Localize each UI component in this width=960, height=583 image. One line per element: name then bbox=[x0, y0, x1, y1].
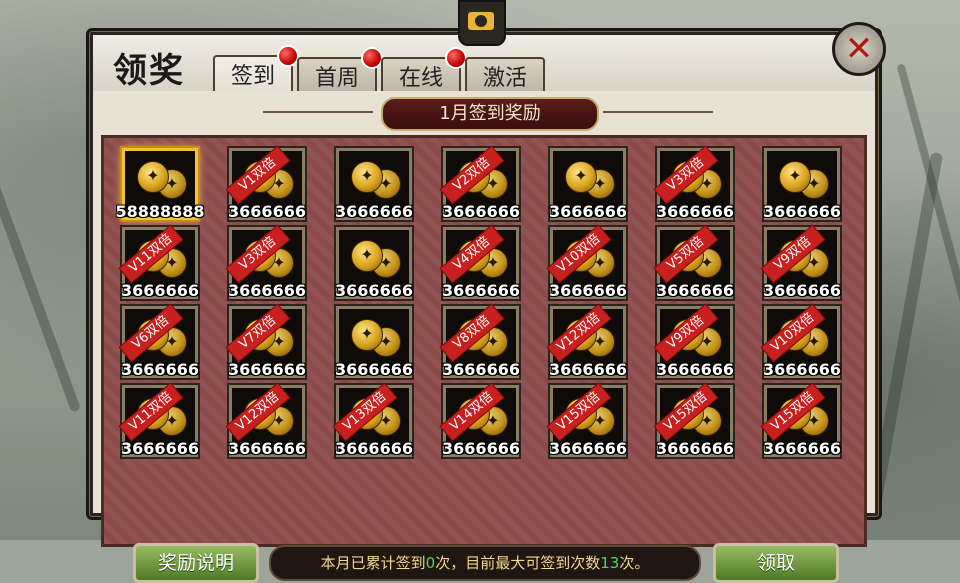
reward-amount: 3666666 bbox=[656, 281, 734, 300]
reward-slot[interactable]: V3双倍3666666 bbox=[653, 145, 734, 221]
reward-amount: 3666666 bbox=[549, 360, 627, 379]
reward-amount: 3666666 bbox=[228, 281, 306, 300]
reward-slot[interactable]: V11双倍3666666 bbox=[118, 224, 199, 300]
camera-icon bbox=[468, 12, 494, 30]
gold-coin-icon bbox=[137, 161, 169, 193]
reward-amount: 58888888 bbox=[115, 202, 205, 221]
reward-slot[interactable]: V15双倍3666666 bbox=[653, 382, 734, 458]
gold-coin-icon bbox=[351, 161, 383, 193]
reward-amount: 3666666 bbox=[656, 439, 734, 458]
reward-amount: 3666666 bbox=[656, 360, 734, 379]
reward-amount: 3666666 bbox=[763, 281, 841, 300]
reward-amount: 3666666 bbox=[442, 202, 520, 221]
reward-amount: 3666666 bbox=[442, 360, 520, 379]
reward-slot[interactable]: V15双倍3666666 bbox=[760, 382, 841, 458]
gold-coin-icon bbox=[779, 161, 811, 193]
gold-coin-icon bbox=[565, 161, 597, 193]
max-count: 13 bbox=[600, 554, 620, 572]
reward-slot[interactable]: 3666666 bbox=[335, 306, 413, 379]
status-suffix: 次。 bbox=[619, 554, 650, 572]
tab-label: 在线 bbox=[398, 66, 443, 91]
reward-slot[interactable]: V6双倍3666666 bbox=[118, 303, 199, 379]
reward-amount: 3666666 bbox=[121, 281, 199, 300]
reward-slot[interactable]: V10双倍3666666 bbox=[546, 224, 627, 300]
divider bbox=[263, 111, 373, 113]
reward-slot[interactable]: 3666666 bbox=[335, 227, 413, 300]
reward-amount: 3666666 bbox=[763, 439, 841, 458]
reward-amount: 3666666 bbox=[335, 281, 413, 300]
close-button[interactable]: ✕ bbox=[832, 22, 886, 76]
reward-slot[interactable]: V13双倍3666666 bbox=[332, 382, 413, 458]
status-middle: 次，目前最大可签到次数 bbox=[435, 554, 601, 572]
dialog-title: 领奖 bbox=[113, 51, 185, 91]
reward-amount: 3666666 bbox=[763, 360, 841, 379]
reward-amount: 3666666 bbox=[335, 202, 413, 221]
reward-amount: 3666666 bbox=[121, 360, 199, 379]
reward-amount: 3666666 bbox=[656, 202, 734, 221]
reward-amount: 3666666 bbox=[549, 439, 627, 458]
gold-coin-icon bbox=[351, 319, 383, 351]
reward-slot[interactable]: V2双倍3666666 bbox=[439, 145, 520, 221]
notification-dot-icon bbox=[361, 47, 383, 69]
reward-slot[interactable]: 3666666 bbox=[549, 148, 627, 221]
notification-dot-icon bbox=[277, 45, 299, 67]
reward-amount: 3666666 bbox=[442, 281, 520, 300]
reward-slot[interactable]: V12双倍3666666 bbox=[225, 382, 306, 458]
reward-slot[interactable]: V5双倍3666666 bbox=[653, 224, 734, 300]
month-banner: 1月签到奖励 bbox=[381, 97, 599, 131]
reward-slot[interactable]: V11双倍3666666 bbox=[118, 382, 199, 458]
reward-info-button[interactable]: 奖励说明 bbox=[133, 543, 259, 583]
reward-slot[interactable]: 3666666 bbox=[335, 148, 413, 221]
reward-amount: 3666666 bbox=[228, 439, 306, 458]
gold-coin-icon bbox=[351, 240, 383, 272]
reward-amount: 3666666 bbox=[442, 439, 520, 458]
reward-amount: 3666666 bbox=[228, 360, 306, 379]
reward-slot[interactable]: V7双倍3666666 bbox=[225, 303, 306, 379]
reward-slot[interactable]: V8双倍3666666 bbox=[439, 303, 520, 379]
reward-slot[interactable]: V9双倍3666666 bbox=[760, 224, 841, 300]
claim-button[interactable]: 领取 bbox=[713, 543, 839, 583]
reward-slot[interactable]: 58888888 bbox=[115, 148, 205, 221]
tab-label: 签到 bbox=[230, 64, 275, 89]
tab-label: 首周 bbox=[314, 66, 359, 91]
reward-slot[interactable]: V12双倍3666666 bbox=[546, 303, 627, 379]
reward-amount: 3666666 bbox=[549, 202, 627, 221]
status-prefix: 本月已累计签到 bbox=[320, 554, 426, 572]
reward-slot[interactable]: V14双倍3666666 bbox=[439, 382, 520, 458]
reward-amount: 3666666 bbox=[335, 439, 413, 458]
reward-slot[interactable]: V10双倍3666666 bbox=[760, 303, 841, 379]
reward-slot[interactable]: V1双倍3666666 bbox=[225, 145, 306, 221]
camera-button[interactable] bbox=[458, 0, 506, 46]
sign-in-status: 本月已累计签到0次，目前最大可签到次数13次。 bbox=[269, 545, 701, 581]
reward-grid: 58888888V1双倍36666663666666V2双倍3666666366… bbox=[101, 135, 867, 547]
dialog-body: 1月签到奖励 58888888V1双倍36666663666666V2双倍366… bbox=[93, 91, 875, 583]
reward-slot[interactable]: V4双倍3666666 bbox=[439, 224, 520, 300]
reward-amount: 3666666 bbox=[549, 281, 627, 300]
reward-amount: 3666666 bbox=[228, 202, 306, 221]
close-icon: ✕ bbox=[844, 29, 874, 69]
reward-slot[interactable]: V3双倍3666666 bbox=[225, 224, 306, 300]
divider bbox=[603, 111, 713, 113]
reward-slot[interactable]: V15双倍3666666 bbox=[546, 382, 627, 458]
notification-dot-icon bbox=[445, 47, 467, 69]
reward-dialog: 领奖 签到 首周 在线 激活 1月签到奖励 58888888 V1双倍366666… bbox=[86, 28, 882, 583]
reward-amount: 3666666 bbox=[763, 202, 841, 221]
reward-amount: 3666666 bbox=[335, 360, 413, 379]
reward-slot[interactable]: V9双倍3666666 bbox=[653, 303, 734, 379]
signed-count: 0 bbox=[425, 554, 436, 572]
reward-amount: 3666666 bbox=[121, 439, 199, 458]
reward-slot[interactable]: 3666666 bbox=[763, 148, 841, 221]
tab-label: 激活 bbox=[482, 66, 527, 91]
